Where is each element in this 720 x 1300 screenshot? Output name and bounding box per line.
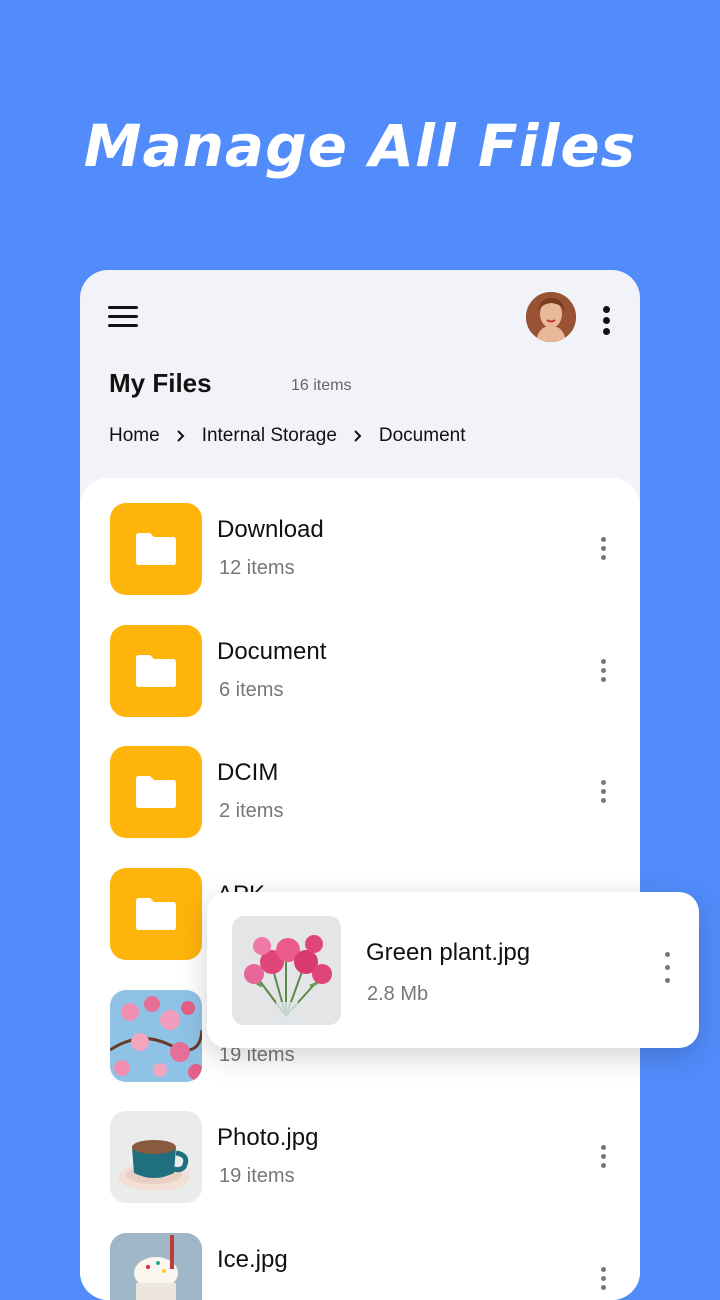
hamburger-menu-icon[interactable] bbox=[108, 306, 138, 328]
more-vertical-icon[interactable] bbox=[599, 1145, 607, 1168]
item-count: 16 items bbox=[291, 377, 352, 394]
file-meta: 19 items bbox=[219, 1165, 295, 1187]
chevron-right-icon bbox=[176, 429, 186, 443]
image-thumbnail bbox=[110, 990, 202, 1082]
list-item[interactable]: Document 6 items bbox=[110, 625, 610, 717]
more-vertical-icon[interactable] bbox=[599, 780, 607, 803]
list-item[interactable]: Photo.jpg 19 items bbox=[110, 1111, 610, 1203]
breadcrumb-document[interactable]: Document bbox=[379, 425, 466, 447]
file-name: Photo.jpg bbox=[217, 1124, 319, 1151]
file-name: Ice.jpg bbox=[217, 1246, 288, 1273]
breadcrumb-home[interactable]: Home bbox=[109, 425, 160, 447]
more-vertical-icon[interactable] bbox=[599, 1267, 607, 1290]
folder-icon bbox=[110, 625, 202, 717]
file-name: DCIM bbox=[217, 759, 279, 786]
avatar[interactable] bbox=[526, 292, 576, 342]
folder-icon bbox=[110, 746, 202, 838]
file-list: Download 12 items Document 6 items DCIM … bbox=[80, 478, 640, 1300]
headline: Manage All Files bbox=[83, 112, 637, 180]
image-thumbnail bbox=[232, 916, 341, 1025]
preview-file-name: Green plant.jpg bbox=[366, 939, 531, 966]
image-thumbnail bbox=[110, 1233, 202, 1300]
list-item[interactable]: Download 12 items bbox=[110, 503, 610, 595]
page-title: My Files bbox=[109, 368, 212, 398]
breadcrumb: Home Internal Storage Document bbox=[109, 425, 466, 447]
more-vertical-icon[interactable] bbox=[599, 659, 607, 682]
preview-file-size: 2.8 Mb bbox=[367, 983, 429, 1005]
file-name: Document bbox=[217, 638, 327, 665]
more-vertical-icon[interactable] bbox=[663, 952, 671, 983]
breadcrumb-internal-storage[interactable]: Internal Storage bbox=[202, 425, 337, 447]
list-item[interactable]: DCIM 2 items bbox=[110, 746, 610, 838]
more-vertical-icon[interactable] bbox=[602, 306, 610, 335]
file-preview-card[interactable]: Green plant.jpg 2.8 Mb bbox=[207, 892, 699, 1048]
file-name: Download bbox=[217, 516, 324, 543]
more-vertical-icon[interactable] bbox=[599, 537, 607, 560]
phone-screen: My Files 16 items Home Internal Storage … bbox=[80, 270, 640, 1300]
file-meta: 12 items bbox=[219, 557, 295, 579]
file-meta: 2 items bbox=[219, 800, 284, 822]
folder-icon bbox=[110, 503, 202, 595]
chevron-right-icon bbox=[353, 429, 363, 443]
image-thumbnail bbox=[110, 1111, 202, 1203]
list-item[interactable]: Ice.jpg bbox=[110, 1233, 610, 1300]
file-meta: 6 items bbox=[219, 679, 284, 701]
folder-icon bbox=[110, 868, 202, 960]
